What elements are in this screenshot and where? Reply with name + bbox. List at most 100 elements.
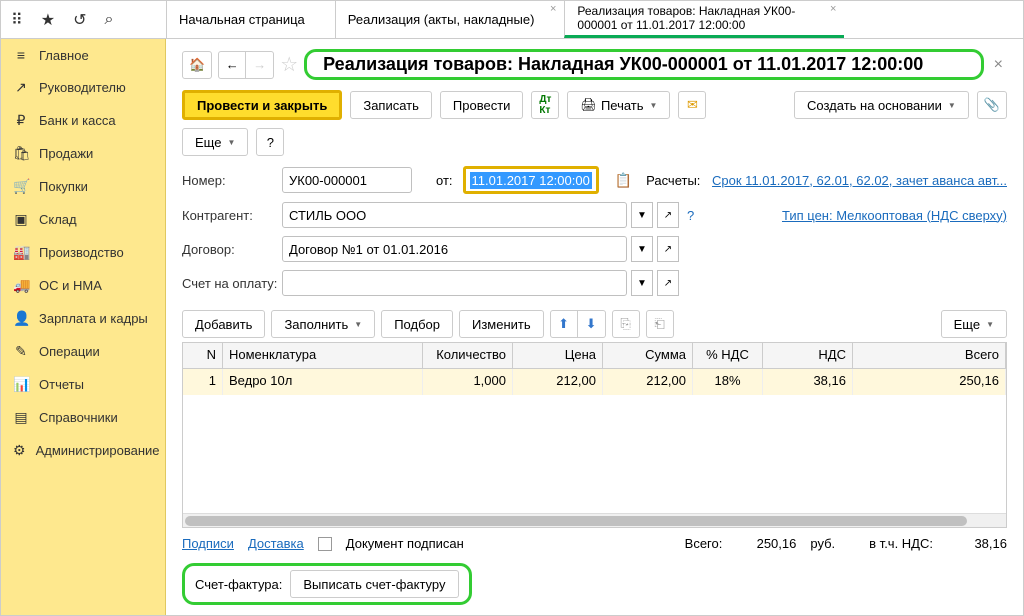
sidebar-item-0[interactable]: ≡Главное: [1, 39, 165, 71]
sidebar-item-10[interactable]: 📊 Отчеты: [1, 368, 165, 401]
contract-label: Договор:: [182, 242, 278, 257]
forward-button[interactable]: →: [246, 51, 274, 79]
number-input[interactable]: [282, 167, 412, 193]
tab-document[interactable]: Реализация товаров: Накладная УК00-00000…: [564, 1, 844, 38]
fill-button[interactable]: Заполнить▼: [271, 310, 375, 338]
sidebar-item-3[interactable]: 🛍Продажи: [1, 137, 165, 170]
sidebar-item-7[interactable]: 🚚ОС и НМА: [1, 269, 165, 302]
sidebar-icon: 🛒: [13, 178, 29, 195]
history-icon[interactable]: ↺: [73, 10, 86, 30]
sidebar-item-1[interactable]: ↗ Руководителю: [1, 71, 165, 104]
sidebar-item-6[interactable]: 🏭 Производство: [1, 236, 165, 269]
chevron-down-icon[interactable]: ▼: [631, 202, 653, 228]
move-up-button[interactable]: ⬆: [550, 310, 578, 338]
price-type-link[interactable]: Тип цен: Мелкооптовая (НДС сверху): [782, 208, 1007, 223]
attach-icon[interactable]: 📎: [977, 91, 1007, 119]
sidebar-item-label: Банк и касса: [39, 113, 116, 128]
scrollbar-horizontal[interactable]: [183, 513, 1006, 527]
favorite-icon[interactable]: ☆: [280, 52, 298, 77]
sidebar-icon: 🏭: [13, 244, 29, 261]
post-close-button[interactable]: Провести и закрыть: [182, 90, 342, 120]
invoice-pay-input[interactable]: [282, 270, 627, 296]
back-button[interactable]: ←: [218, 51, 246, 79]
apps-icon[interactable]: ⠿: [11, 10, 23, 30]
col-nom: Номенклатура: [223, 343, 423, 368]
sidebar-icon: ▣: [13, 211, 29, 228]
sidebar-item-label: Производство: [39, 245, 124, 260]
calc-link[interactable]: Срок 11.01.2017, 62.01, 62.02, зачет ава…: [712, 173, 1007, 188]
delivery-link[interactable]: Доставка: [248, 536, 304, 551]
sidebar-icon: 👤: [13, 310, 29, 327]
items-grid[interactable]: N Номенклатура Количество Цена Сумма % Н…: [182, 342, 1007, 528]
date-label: от:: [436, 173, 453, 188]
dt-kt-icon[interactable]: ДтКт: [531, 91, 559, 119]
chevron-down-icon[interactable]: ▼: [631, 270, 653, 296]
create-based-button[interactable]: Создать на основании▼: [794, 91, 969, 119]
sidebar-item-label: Отчеты: [39, 377, 84, 392]
write-button[interactable]: Записать: [350, 91, 432, 119]
search-icon[interactable]: ⌕: [104, 11, 113, 29]
sidebar-item-8[interactable]: 👤Зарплата и кадры: [1, 302, 165, 335]
sidebar-item-11[interactable]: ▤Справочники: [1, 401, 165, 434]
sidebar-item-label: Операции: [39, 344, 100, 359]
star-icon[interactable]: ★: [41, 10, 55, 30]
sidebar-item-5[interactable]: ▣Склад: [1, 203, 165, 236]
paste-button[interactable]: ⎗: [646, 310, 674, 338]
help-link[interactable]: ?: [687, 208, 694, 223]
sidebar-item-2[interactable]: ₽ Банк и касса: [1, 104, 165, 137]
more-button[interactable]: Еще▼: [182, 128, 248, 156]
sidebar-item-label: Справочники: [39, 410, 118, 425]
contract-input[interactable]: [282, 236, 627, 262]
signatures-link[interactable]: Подписи: [182, 536, 234, 551]
table-more-button[interactable]: Еще▼: [941, 310, 1007, 338]
sidebar-item-12[interactable]: ⚙ Администрирование: [1, 434, 165, 467]
email-icon[interactable]: ✉: [678, 91, 706, 119]
sidebar-item-label: Администрирование: [36, 443, 160, 458]
col-qty: Количество: [423, 343, 513, 368]
chevron-down-icon[interactable]: ▼: [631, 236, 653, 262]
create-invoice-button[interactable]: Выписать счет-фактуру: [290, 570, 458, 598]
copy-button[interactable]: ⎘: [612, 310, 640, 338]
col-n: N: [183, 343, 223, 368]
post-button[interactable]: Провести: [440, 91, 524, 119]
close-icon[interactable]: ×: [550, 3, 556, 15]
vat-value: 38,16: [947, 536, 1007, 551]
sidebar-item-label: ОС и НМА: [39, 278, 102, 293]
counterparty-label: Контрагент:: [182, 208, 278, 223]
edit-button[interactable]: Изменить: [459, 310, 544, 338]
invoice-pay-label: Счет на оплату:: [182, 276, 278, 291]
number-label: Номер:: [182, 173, 278, 188]
table-row[interactable]: 1 Ведро 10л 1,000 212,00 212,00 18% 38,1…: [183, 369, 1006, 395]
tab-home[interactable]: Начальная страница: [166, 1, 335, 38]
print-button[interactable]: 🖨 Печать▼: [567, 91, 670, 119]
date-input[interactable]: 11.01.2017 12:00:00: [463, 166, 599, 194]
home-button[interactable]: 🏠: [182, 51, 212, 79]
open-icon[interactable]: ↗: [657, 202, 679, 228]
sidebar-icon: ↗: [13, 79, 29, 96]
pick-button[interactable]: Подбор: [381, 310, 453, 338]
close-button[interactable]: ×: [990, 56, 1007, 74]
sidebar-item-label: Покупки: [39, 179, 88, 194]
page-title: Реализация товаров: Накладная УК00-00000…: [304, 49, 984, 80]
open-icon[interactable]: ↗: [657, 270, 679, 296]
move-down-button[interactable]: ⬇: [578, 310, 606, 338]
sidebar-item-label: Руководителю: [39, 80, 126, 95]
signed-checkbox[interactable]: [318, 537, 332, 551]
total-value: 250,16: [736, 536, 796, 551]
open-icon[interactable]: ↗: [657, 236, 679, 262]
sidebar-icon: 📊: [13, 376, 29, 393]
sidebar-icon: ₽: [13, 112, 29, 129]
counterparty-input[interactable]: [282, 202, 627, 228]
sidebar-icon: ⚙: [13, 442, 26, 459]
sidebar-item-9[interactable]: ✎Операции: [1, 335, 165, 368]
invoice-label: Счет-фактура:: [195, 577, 282, 592]
sidebar-item-label: Продажи: [39, 146, 93, 161]
add-button[interactable]: Добавить: [182, 310, 265, 338]
col-total: Всего: [853, 343, 1006, 368]
tab-realizations[interactable]: Реализация (акты, накладные)×: [335, 1, 565, 38]
docflow-icon[interactable]: 📋: [615, 172, 632, 189]
close-icon[interactable]: ×: [830, 3, 836, 15]
sidebar-item-4[interactable]: 🛒 Покупки: [1, 170, 165, 203]
col-vatp: % НДС: [693, 343, 763, 368]
help-button[interactable]: ?: [256, 128, 284, 156]
